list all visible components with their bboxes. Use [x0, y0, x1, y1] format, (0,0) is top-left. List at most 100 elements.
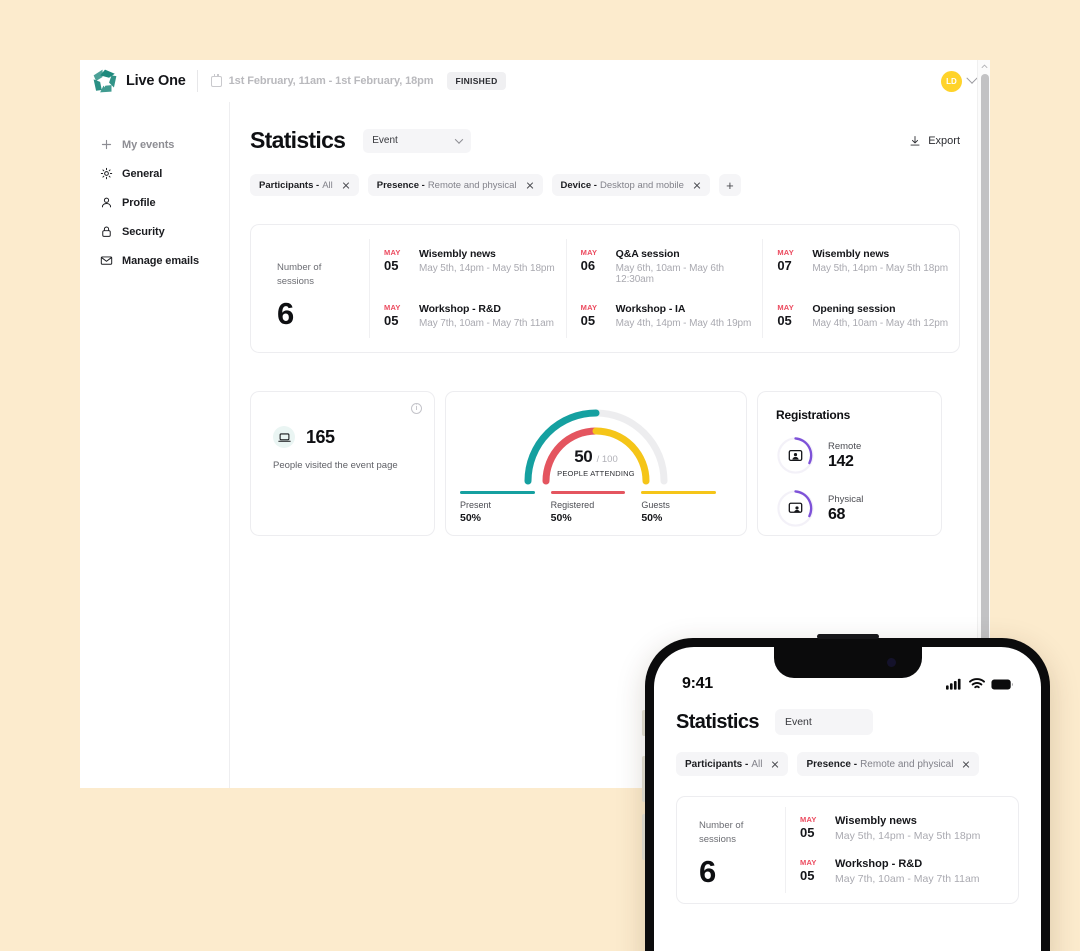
sessions-count-label-1: Number of: [277, 262, 322, 273]
screenshot-stage: Live One 1st February, 11am - 1st Februa…: [0, 0, 1080, 951]
mail-icon: [100, 256, 113, 265]
phone-filter-chip-presence[interactable]: Presence - Remote and physical: [797, 752, 980, 776]
legend-swatch: [641, 491, 717, 494]
sessions-count-label-2: sessions: [277, 275, 314, 287]
session-day: 05: [777, 313, 792, 328]
session-date: MAY 05: [581, 303, 605, 329]
download-icon: [910, 135, 920, 145]
page-header: Statistics Event Export: [250, 127, 960, 154]
phone-session-row[interactable]: MAY 05 Wisembly news May 5th, 14pm - May…: [785, 807, 1018, 850]
gauge-center-label: 50 / 100 PEOPLE ATTENDING: [446, 447, 746, 478]
session-row[interactable]: MAY 05 Opening session May 4th, 10am - M…: [762, 294, 959, 338]
session-month: MAY: [800, 858, 817, 867]
attendance-gauge: 50 / 100 PEOPLE ATTENDING: [446, 401, 746, 485]
page-title: Statistics: [250, 127, 346, 153]
scroll-up-icon[interactable]: [981, 63, 988, 70]
legend-value: 50%: [550, 511, 572, 524]
phone-volume-down-button[interactable]: [642, 814, 645, 860]
session-month: MAY: [384, 303, 401, 312]
page-visits-value-row: 165: [273, 426, 434, 448]
phone-volume-up-button[interactable]: [642, 756, 645, 802]
registration-row-physical: Physical 68: [776, 489, 941, 528]
registration-label: Physical: [828, 493, 864, 505]
legend-value: 50%: [460, 511, 482, 524]
session-date: MAY 05: [800, 858, 824, 885]
filter-chip-key: Presence -: [376, 179, 425, 191]
session-time: May 6th, 10am - May 6th 12:30am: [615, 263, 724, 285]
phone-scope-select[interactable]: Event: [774, 709, 873, 735]
export-label: Export: [928, 134, 960, 147]
session-time: May 4th, 14pm - May 4th 19pm: [615, 318, 752, 329]
session-day: 07: [777, 258, 792, 273]
close-icon[interactable]: [526, 181, 534, 189]
filter-chip-presence[interactable]: Presence - Remote and physical: [367, 174, 543, 196]
registration-value: 68: [828, 505, 845, 523]
session-day: 06: [580, 258, 596, 273]
lock-icon: [102, 226, 111, 237]
session-day: 05: [800, 825, 815, 840]
session-title: Opening session: [812, 303, 896, 315]
session-info: Workshop - R&D May 7th, 10am - May 7th 1…: [419, 303, 554, 329]
legend-swatch: [460, 491, 535, 494]
session-time: May 7th, 10am - May 7th 11am: [835, 873, 980, 885]
scope-select[interactable]: Event: [363, 128, 472, 153]
sidebar-item-label: General: [122, 167, 163, 180]
session-date: MAY 07: [777, 248, 801, 285]
sidebar-item-security[interactable]: Security: [80, 217, 229, 246]
legend-item-guests: Guests 50%: [641, 491, 732, 524]
registrations-title: Registrations: [776, 408, 851, 422]
info-icon[interactable]: i: [411, 403, 422, 414]
export-button[interactable]: Export: [909, 135, 960, 147]
chevron-down-icon[interactable]: [966, 72, 978, 84]
phone-mute-button[interactable]: [642, 710, 645, 736]
session-row[interactable]: MAY 06 Q&A session May 6th, 10am - May 6…: [565, 239, 763, 294]
session-date: MAY 06: [581, 248, 605, 285]
filter-chip-participants[interactable]: Participants - All: [250, 174, 359, 196]
session-row[interactable]: MAY 05 Workshop - R&D May 7th, 10am - Ma…: [369, 294, 566, 338]
sidebar-item-manage-emails[interactable]: Manage emails: [80, 246, 229, 275]
session-time: May 7th, 10am - May 7th 11am: [419, 318, 554, 329]
scrollbar-thumb[interactable]: [980, 74, 989, 694]
phone-filter-chips: Participants - All Presence - Remote and…: [676, 752, 1019, 776]
phone-sessions-label-2: sessions: [699, 833, 736, 845]
session-info: Wisembly news May 5th, 14pm - May 5th 18…: [812, 248, 948, 285]
session-day: 05: [580, 313, 596, 328]
session-month: MAY: [777, 248, 794, 257]
session-time: May 4th, 10am - May 4th 12pm: [812, 318, 948, 329]
session-date: MAY 05: [800, 815, 824, 842]
phone-filter-chip-participants[interactable]: Participants - All: [676, 752, 789, 776]
session-month: MAY: [580, 248, 598, 257]
filter-chip-device[interactable]: Device - Desktop and mobile: [551, 174, 710, 196]
sessions-card: Number of sessions 6 MAY 05 Wisembly new…: [250, 224, 960, 353]
session-row[interactable]: MAY 05 Wisembly news May 5th, 14pm - May…: [369, 239, 566, 294]
sidebar-item-general[interactable]: General: [80, 159, 229, 188]
session-day: 05: [800, 868, 815, 883]
add-filter-button[interactable]: [718, 174, 741, 196]
battery-icon: [991, 679, 1013, 689]
close-icon[interactable]: [962, 760, 970, 768]
filter-chip-value: Remote and physical: [860, 758, 954, 770]
legend-label: Guests: [641, 499, 670, 510]
phone-speaker: [816, 634, 879, 639]
phone-sessions-list: MAY 05 Wisembly news May 5th, 14pm - May…: [785, 807, 1018, 893]
close-icon[interactable]: [771, 760, 779, 768]
avatar[interactable]: LD: [941, 70, 962, 92]
scope-select-value: Event: [372, 135, 398, 146]
sidebar-item-profile[interactable]: Profile: [80, 188, 229, 217]
session-title: Wisembly news: [835, 815, 917, 827]
chevron-down-icon: [455, 134, 464, 144]
close-icon[interactable]: [342, 181, 350, 189]
session-title: Q&A session: [615, 248, 680, 260]
filter-chip-value: Desktop and mobile: [599, 179, 684, 191]
close-icon[interactable]: [693, 181, 701, 189]
sidebar-item-my-events[interactable]: My events: [80, 130, 229, 159]
session-row[interactable]: MAY 05 Workshop - IA May 4th, 14pm - May…: [565, 294, 763, 338]
session-row[interactable]: MAY 07 Wisembly news May 5th, 14pm - May…: [762, 239, 959, 294]
filter-chip-value: Remote and physical: [427, 179, 517, 191]
session-month: MAY: [384, 248, 401, 257]
registrations-card: Registrations Remote 142 Physical 68: [757, 391, 942, 536]
session-title: Workshop - R&D: [835, 858, 923, 870]
phone-session-row[interactable]: MAY 05 Workshop - R&D May 7th, 10am - Ma…: [785, 850, 1018, 893]
phone-sessions-count: Number of sessions 6: [677, 807, 785, 893]
brand-logo[interactable]: Live One: [92, 68, 186, 94]
